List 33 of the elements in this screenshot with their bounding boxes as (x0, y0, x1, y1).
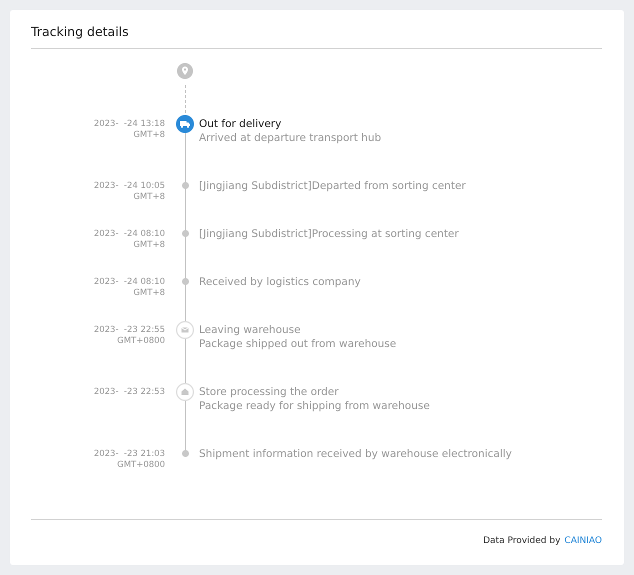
event-title: Out for delivery (199, 117, 282, 131)
footer-text: Data Provided by (483, 535, 560, 547)
event-title: [Jingjiang Subdistrict]Processing at sorting center (199, 227, 459, 241)
event-date: 2023- -24 13:18 (94, 119, 165, 130)
store-icon (176, 383, 194, 401)
timeline-dot (182, 230, 188, 237)
location-pin-icon (177, 63, 193, 79)
event-title: Store processing the order (199, 385, 339, 399)
event-detail: Arrived at departure transport hub (199, 131, 382, 145)
event-detail: Package shipped out from warehouse (199, 337, 396, 351)
timeline-dot (182, 450, 188, 457)
event-date: 2023- -23 22:55 (94, 325, 165, 336)
event-timezone: GMT+8 (133, 192, 165, 203)
timeline-dot (182, 278, 188, 285)
section-title: Tracking details (31, 24, 129, 40)
event-timezone: GMT+0800 (117, 336, 165, 347)
event-title: Shipment information received by warehouse electronically (199, 447, 512, 461)
event-date: 2023- -23 21:03 (94, 449, 165, 460)
event-timezone: GMT+8 (133, 130, 165, 141)
event-date: 2023- -24 10:05 (94, 181, 165, 192)
truck-icon (176, 115, 194, 133)
provider-link[interactable]: CAINIAO (564, 535, 602, 547)
event-timezone: GMT+0800 (117, 460, 165, 471)
event-title: Leaving warehouse (199, 323, 301, 337)
event-date: 2023- -23 22:53 (94, 387, 165, 398)
event-timezone: GMT+8 (133, 240, 165, 251)
timeline-dot (182, 182, 188, 189)
event-title: Received by logistics company (199, 275, 361, 289)
event-title: [Jingjiang Subdistrict]Departed from sorting center (199, 179, 466, 193)
event-date: 2023- -24 08:10 (94, 277, 165, 288)
event-detail: Package ready for shipping from warehouse (199, 399, 430, 413)
event-timezone: GMT+8 (133, 288, 165, 299)
event-date: 2023- -24 08:10 (94, 229, 165, 240)
